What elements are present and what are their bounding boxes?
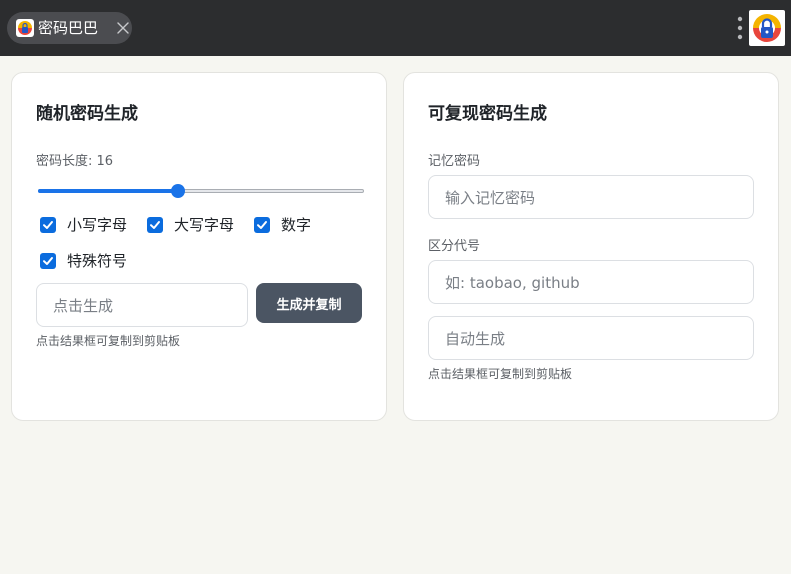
memory-password-label: 记忆密码 (428, 154, 481, 169)
checkmark-icon (150, 220, 160, 229)
random-password-title: 随机密码生成 (36, 104, 138, 124)
slider-thumb[interactable] (171, 184, 186, 198)
random-password-card: 随机密码生成 密码长度: 16 小写字母 大写字母 数字 特殊符号 点击生成 生… (11, 72, 387, 421)
checkmark-icon (43, 256, 53, 265)
code-input[interactable]: 如: taobao, github (428, 260, 754, 304)
tab-title: 密码巴巴 (38, 19, 99, 37)
reproducible-password-title: 可复现密码生成 (428, 104, 547, 124)
lock-logo-icon (16, 19, 34, 37)
kebab-menu-icon[interactable] (736, 16, 744, 40)
checkbox-lowercase-box[interactable] (40, 216, 56, 233)
generate-copy-button[interactable]: 生成并复制 (256, 283, 362, 323)
checkbox-uppercase-label: 大写字母 (174, 216, 235, 234)
reproducible-result-field[interactable]: 自动生成 (428, 316, 754, 360)
checkbox-symbols[interactable]: 特殊符号 (40, 250, 127, 271)
memory-password-input[interactable]: 输入记忆密码 (428, 175, 754, 219)
checkbox-lowercase[interactable]: 小写字母 (40, 214, 127, 235)
slider-fill (38, 189, 179, 193)
checkbox-digits[interactable]: 数字 (254, 214, 311, 235)
checkbox-symbols-label: 特殊符号 (67, 252, 128, 270)
length-slider[interactable] (38, 184, 364, 198)
lock-logo-icon (753, 14, 781, 42)
close-icon[interactable] (116, 21, 130, 35)
checkbox-lowercase-label: 小写字母 (67, 216, 128, 234)
random-copy-hint: 点击结果框可复制到剪贴板 (36, 334, 181, 348)
reproducible-copy-hint: 点击结果框可复制到剪贴板 (428, 367, 573, 381)
reproducible-password-card: 可复现密码生成 记忆密码 输入记忆密码 区分代号 如: taobao, gith… (403, 72, 779, 421)
checkmark-icon (43, 220, 53, 229)
length-label: 密码长度: 16 (36, 154, 114, 169)
browser-toolbar: 密码巴巴 (0, 0, 791, 56)
code-label: 区分代号 (428, 239, 481, 254)
checkbox-symbols-box[interactable] (40, 252, 56, 269)
random-result-field[interactable]: 点击生成 (36, 283, 248, 327)
browser-tab[interactable]: 密码巴巴 (7, 12, 132, 44)
checkbox-uppercase-box[interactable] (147, 216, 163, 233)
checkbox-digits-label: 数字 (281, 216, 312, 234)
checkmark-icon (257, 220, 267, 229)
app-logo[interactable] (749, 10, 785, 46)
checkbox-uppercase[interactable]: 大写字母 (147, 214, 234, 235)
checkbox-digits-box[interactable] (254, 216, 270, 233)
